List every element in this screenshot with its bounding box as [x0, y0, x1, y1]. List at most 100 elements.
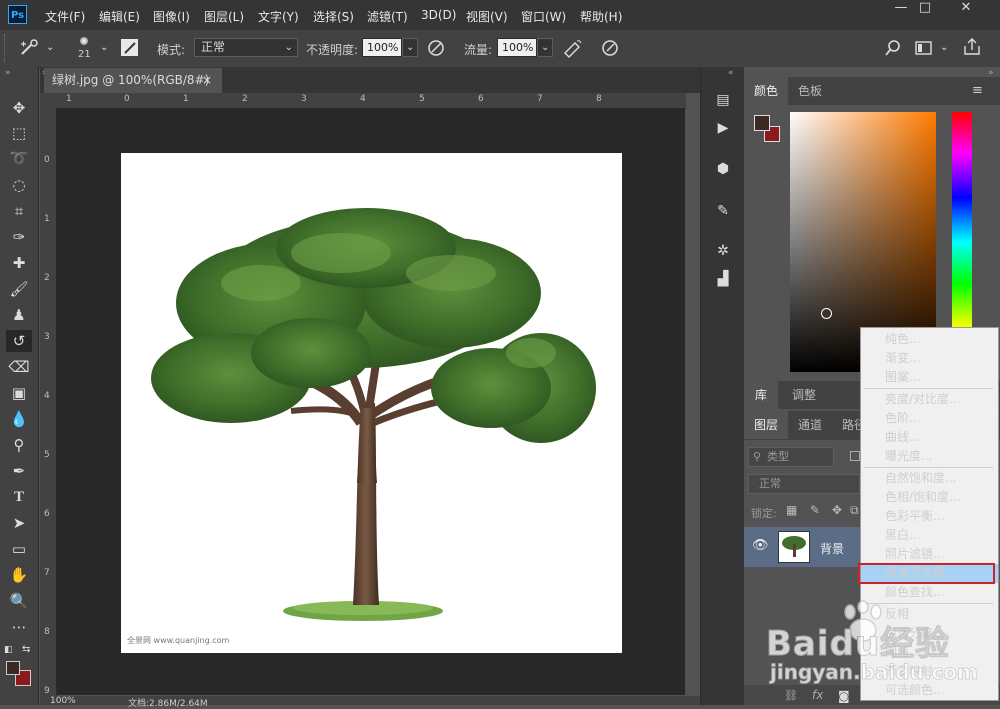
default-colors-icon[interactable]: ◧	[4, 645, 13, 655]
context-menu-item[interactable]: 亮度/对比度...	[861, 390, 998, 409]
tab-layers[interactable]: 图层	[744, 411, 788, 439]
layer-filter-select[interactable]: ⚲ 类型	[748, 447, 834, 467]
tab-adjustments[interactable]: 调整	[780, 381, 828, 409]
menu-item-7[interactable]: 3D(D)	[421, 8, 456, 22]
image-filter-icon[interactable]	[850, 451, 860, 461]
lock-position-icon[interactable]: ✥	[832, 503, 842, 517]
menu-item-9[interactable]: 窗口(W)	[521, 8, 566, 25]
context-menu-item[interactable]: 照片滤镜...	[861, 545, 998, 564]
menu-item-0[interactable]: 文件(F)	[45, 8, 85, 25]
path-select-tool-icon[interactable]: ➤	[6, 512, 32, 534]
menu-item-8[interactable]: 视图(V)	[466, 8, 508, 25]
healing-brush-tool-icon[interactable]: ✚	[6, 252, 32, 274]
quick-selection-icon[interactable]	[18, 38, 42, 58]
pressure-size-icon[interactable]	[600, 38, 620, 58]
quick-select-tool-icon[interactable]: ◌	[6, 174, 32, 196]
context-menu-item[interactable]: 渐变...	[861, 349, 998, 368]
navigator-panel-icon[interactable]: ✲	[712, 240, 734, 262]
brush-preview-icon[interactable]	[80, 37, 88, 45]
history-panel-icon[interactable]: ▤	[712, 89, 734, 111]
gradient-tool-icon[interactable]: ▣	[6, 382, 32, 404]
airbrush-icon[interactable]	[562, 38, 584, 58]
brush-tool-icon[interactable]: 🖌	[6, 278, 32, 300]
hand-tool-icon[interactable]: ✋	[6, 564, 32, 586]
tab-library[interactable]: 库	[744, 381, 778, 409]
dodge-tool-icon[interactable]: ⚲	[6, 434, 32, 456]
chevron-down-icon[interactable]: ⌄	[940, 42, 948, 53]
3d-panel-icon[interactable]: ⬢	[712, 158, 734, 180]
eye-icon[interactable]: 👁	[752, 538, 769, 553]
link-layers-icon[interactable]: ⛓	[784, 689, 798, 702]
type-tool-icon[interactable]: T	[6, 486, 32, 508]
lock-image-icon[interactable]: ✎	[810, 503, 820, 517]
menu-item-1[interactable]: 编辑(E)	[99, 8, 140, 25]
lasso-tool-icon[interactable]: ➰	[6, 147, 32, 169]
zoom-tool-icon[interactable]: 🔍	[6, 590, 32, 612]
marquee-tool-icon[interactable]: ⬚	[6, 122, 32, 144]
opacity-input[interactable]: 100%	[362, 38, 402, 57]
context-menu-item[interactable]: 色彩平衡...	[861, 507, 998, 526]
mode-label: 模式:	[157, 43, 186, 57]
share-icon[interactable]	[962, 37, 982, 57]
search-icon[interactable]	[884, 39, 902, 57]
menu-item-5[interactable]: 选择(S)	[313, 8, 354, 25]
swap-colors-icon[interactable]: ⇆	[22, 644, 30, 655]
panel-menu-icon[interactable]: ≡	[972, 83, 983, 98]
blur-tool-icon[interactable]: 💧	[6, 408, 32, 430]
eraser-tool-icon[interactable]: ⌫	[6, 356, 32, 378]
actions-play-icon[interactable]: ▶	[712, 117, 734, 139]
menu-item-2[interactable]: 图像(I)	[153, 8, 190, 25]
document-canvas[interactable]: 全景网 www.quanjing.com	[121, 153, 622, 653]
foreground-color-swatch[interactable]	[6, 661, 20, 675]
tab-swatches[interactable]: 色板	[788, 77, 832, 105]
rectangle-tool-icon[interactable]: ▭	[6, 538, 32, 560]
move-tool-icon[interactable]: ✥	[6, 97, 32, 119]
tree-image	[151, 208, 596, 621]
layer-blend-mode-select[interactable]: 正常	[748, 474, 860, 494]
add-mask-icon[interactable]: ◙	[838, 689, 850, 703]
flow-dropdown[interactable]: ⌄	[537, 38, 553, 57]
menu-item-10[interactable]: 帮助(H)	[580, 8, 622, 25]
menu-item-3[interactable]: 图层(L)	[204, 8, 244, 25]
context-menu-item[interactable]: 黑白...	[861, 526, 998, 545]
context-menu-item[interactable]: 曲线...	[861, 428, 998, 447]
menu-item-4[interactable]: 文字(Y)	[258, 8, 299, 25]
pen-tool-icon[interactable]: ✒	[6, 460, 32, 482]
lock-transparency-icon[interactable]: ▦	[786, 503, 797, 517]
photoshop-logo-icon[interactable]: Ps	[8, 5, 27, 24]
context-menu-item[interactable]: 自然饱和度...	[861, 469, 998, 488]
context-menu-item[interactable]: 色阶...	[861, 409, 998, 428]
opacity-dropdown[interactable]: ⌄	[402, 38, 418, 57]
chevron-down-icon[interactable]: ⌄	[100, 42, 108, 53]
document-tab[interactable]: 绿树.jpg @ 100%(RGB/8#) ×	[44, 68, 222, 93]
histogram-panel-icon[interactable]: ▟	[712, 268, 734, 290]
close-button[interactable]: ✕	[946, 0, 986, 18]
mode-select[interactable]: 正常 ⌄	[194, 38, 298, 57]
clone-stamp-tool-icon[interactable]: ♟	[6, 304, 32, 326]
chevron-down-icon[interactable]: ⌄	[46, 42, 54, 53]
more-tools-icon[interactable]: ⋯	[6, 616, 32, 638]
context-menu-item[interactable]: 曝光度...	[861, 447, 998, 466]
context-menu-item[interactable]: 色相/饱和度...	[861, 488, 998, 507]
collapse-toolbox-icon[interactable]: »	[5, 68, 11, 78]
color-foreground-swatch[interactable]	[754, 115, 770, 131]
menu-item-6[interactable]: 滤镜(T)	[367, 8, 408, 25]
flow-input[interactable]: 100%	[497, 38, 537, 57]
history-brush-tool-icon[interactable]: ↺	[6, 330, 32, 352]
tab-channels[interactable]: 通道	[788, 411, 832, 439]
pressure-opacity-icon[interactable]	[426, 38, 446, 58]
collapse-dock-icon[interactable]: «	[728, 68, 734, 78]
restore-button[interactable]: □	[906, 0, 944, 18]
color-picker-cursor[interactable]	[821, 308, 832, 319]
fx-icon[interactable]: fx	[812, 688, 823, 702]
crop-tool-icon[interactable]: ⌗	[6, 200, 32, 222]
tab-color[interactable]: 颜色	[744, 77, 788, 105]
tab-close-icon[interactable]: ×	[202, 68, 212, 93]
brush-settings-panel-icon[interactable]: ✎	[712, 200, 734, 222]
lock-artboard-icon[interactable]: ⧉	[850, 503, 859, 518]
context-menu-item[interactable]: 纯色...	[861, 330, 998, 349]
brush-settings-icon[interactable]	[120, 38, 140, 58]
eyedropper-tool-icon[interactable]: ✑	[6, 226, 32, 248]
workspace-icon[interactable]	[914, 39, 934, 57]
context-menu-item[interactable]: 图案...	[861, 368, 998, 387]
